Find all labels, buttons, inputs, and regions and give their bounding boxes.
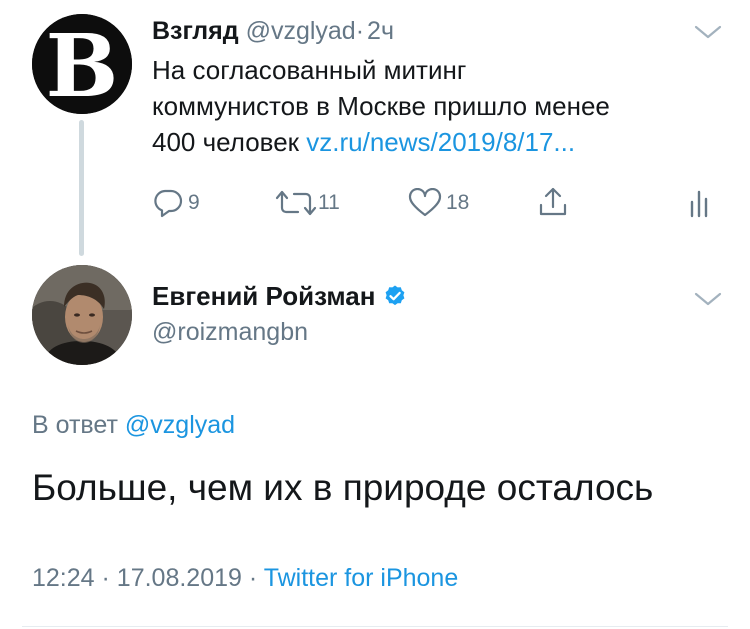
reply-menu-button[interactable]	[693, 289, 723, 314]
like-icon	[408, 188, 442, 217]
avatar-roizman[interactable]	[32, 265, 132, 365]
reply-author[interactable]: Евгений Ройзман	[152, 280, 407, 312]
retweet-icon	[275, 190, 317, 216]
reply-button[interactable]: 9	[152, 188, 200, 218]
verified-badge-icon	[386, 285, 405, 306]
reply-to-prefix: В ответ	[32, 411, 118, 439]
tweet-text-line-with-link: 400 человек vz.ru/news/2019/8/17...	[152, 124, 712, 160]
retweet-count: 11	[318, 191, 340, 214]
tweet-text: На согласованный митинг коммунистов в Мо…	[152, 52, 712, 160]
meta-separator: ·	[248, 564, 258, 592]
tweet-text-line: На согласованный митинг	[152, 55, 467, 85]
tweet-text-line: 400 человек	[152, 127, 300, 157]
profile-photo	[32, 265, 132, 365]
tweet-meta: 12:24 · 17.08.2019 · Twitter for iPhone	[32, 561, 458, 595]
tweet-time-ago[interactable]: 2ч	[367, 17, 394, 45]
reply-to-handle-link[interactable]: @vzglyad	[125, 411, 235, 439]
reply-context: В ответ @vzglyad	[32, 408, 235, 442]
logo-letter: B	[46, 16, 119, 114]
tweet-text-line: коммунистов в Москве пришло менее	[152, 91, 610, 121]
author-display-name[interactable]: Взгляд	[152, 17, 239, 45]
meta-separator: ·	[101, 564, 110, 592]
reply-icon	[154, 189, 183, 218]
retweet-button[interactable]: 11	[274, 188, 340, 218]
vzglyad-logo: B	[32, 14, 132, 114]
chevron-down-icon	[694, 25, 722, 39]
tweet-source-link[interactable]: Twitter for iPhone	[264, 564, 459, 592]
tweet-menu-button[interactable]	[693, 22, 723, 47]
avatar-vzglyad[interactable]: B	[32, 14, 132, 114]
tweet-date[interactable]: 17.08.2019	[117, 564, 242, 592]
tweet-link[interactable]: vz.ru/news/2019/8/17...	[306, 127, 575, 157]
author-handle[interactable]: @vzglyad	[246, 17, 356, 45]
tweet-header: Взгляд @vzglyad· 2ч	[152, 14, 394, 48]
like-button[interactable]: 18	[408, 188, 469, 218]
analytics-button[interactable]	[688, 188, 712, 218]
reply-count: 9	[188, 191, 200, 214]
reply-tweet-text: Больше, чем их в природе осталось	[32, 467, 654, 508]
header-separator: ·	[355, 17, 365, 45]
tweet-time[interactable]: 12:24	[32, 564, 95, 592]
share-icon	[539, 187, 567, 216]
divider	[22, 626, 728, 627]
chevron-down-icon	[694, 292, 722, 306]
share-button[interactable]	[537, 186, 569, 218]
reply-author-handle[interactable]: @roizmangbn	[152, 316, 308, 348]
reply-author-display-name[interactable]: Евгений Ройзман	[152, 280, 375, 312]
like-count: 18	[446, 191, 470, 214]
thread-line	[79, 120, 84, 256]
analytics-icon	[690, 190, 708, 218]
